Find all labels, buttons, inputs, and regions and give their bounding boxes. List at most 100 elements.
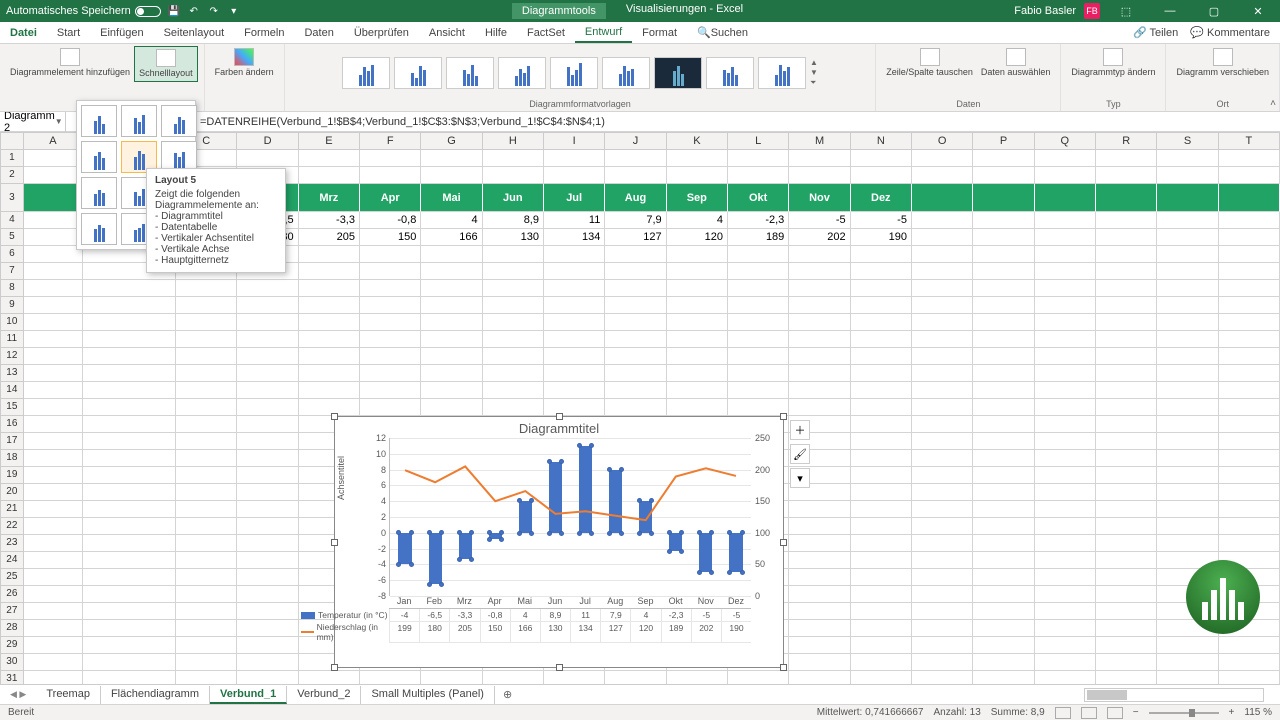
chart-filters-button[interactable]: ▾: [790, 468, 810, 488]
row-header[interactable]: 24: [0, 552, 24, 569]
row-header[interactable]: 18: [0, 450, 24, 467]
cell[interactable]: [1035, 637, 1096, 654]
cell[interactable]: [1035, 603, 1096, 620]
cell[interactable]: [973, 399, 1034, 416]
resize-handle[interactable]: [780, 413, 787, 420]
cell[interactable]: [299, 348, 360, 365]
cell[interactable]: [237, 637, 298, 654]
cell[interactable]: [1219, 484, 1280, 501]
cell[interactable]: [728, 331, 789, 348]
cell[interactable]: [83, 569, 176, 586]
cell[interactable]: [912, 501, 973, 518]
cell[interactable]: [912, 433, 973, 450]
horizontal-scrollbar[interactable]: [1084, 688, 1264, 702]
cell[interactable]: [483, 167, 544, 184]
cell[interactable]: [83, 348, 176, 365]
plot-area[interactable]: -8-6-4-2024681012050100150200250: [389, 438, 751, 596]
cell[interactable]: [728, 671, 789, 684]
cell[interactable]: [1035, 382, 1096, 399]
row-header[interactable]: 26: [0, 586, 24, 603]
cell[interactable]: [1157, 450, 1218, 467]
cell[interactable]: [544, 167, 605, 184]
cell[interactable]: [973, 184, 1034, 212]
user-name[interactable]: Fabio Basler: [1014, 5, 1076, 17]
cell[interactable]: [605, 280, 666, 297]
cell[interactable]: Jun: [483, 184, 544, 212]
cell[interactable]: 150: [360, 229, 421, 246]
cell[interactable]: 205: [299, 229, 360, 246]
cell[interactable]: [1157, 654, 1218, 671]
cell[interactable]: [176, 314, 237, 331]
cell[interactable]: Nov: [789, 184, 850, 212]
cell[interactable]: [667, 297, 728, 314]
cell[interactable]: [24, 586, 83, 603]
cell[interactable]: [24, 535, 83, 552]
cell[interactable]: [176, 280, 237, 297]
resize-handle[interactable]: [331, 539, 338, 546]
cell[interactable]: [973, 331, 1034, 348]
cell[interactable]: [83, 297, 176, 314]
cell[interactable]: [237, 518, 298, 535]
cell[interactable]: [789, 501, 850, 518]
cell[interactable]: [176, 433, 237, 450]
cell[interactable]: [24, 569, 83, 586]
row-header[interactable]: 25: [0, 569, 24, 586]
close-icon[interactable]: ✕: [1240, 0, 1276, 22]
tab-start[interactable]: Start: [47, 22, 90, 43]
cell[interactable]: [912, 552, 973, 569]
ribbon-options-icon[interactable]: ⬚: [1108, 0, 1144, 22]
cell[interactable]: [973, 348, 1034, 365]
cell[interactable]: [421, 382, 482, 399]
cell[interactable]: [24, 382, 83, 399]
cell[interactable]: [299, 382, 360, 399]
row-header[interactable]: 31: [0, 671, 24, 684]
row-header[interactable]: 6: [0, 246, 24, 263]
cell[interactable]: [237, 586, 298, 603]
change-colors-button[interactable]: Farben ändern: [211, 46, 278, 80]
cell[interactable]: [237, 399, 298, 416]
cell[interactable]: [1035, 552, 1096, 569]
cell[interactable]: [1035, 450, 1096, 467]
chart-style-thumb[interactable]: [550, 57, 598, 89]
chart-style-thumb[interactable]: [342, 57, 390, 89]
row-header[interactable]: 17: [0, 433, 24, 450]
cell[interactable]: [483, 280, 544, 297]
cell[interactable]: [1096, 484, 1157, 501]
cell[interactable]: [1035, 167, 1096, 184]
layout-thumb[interactable]: [81, 105, 117, 137]
cell[interactable]: [176, 501, 237, 518]
cell[interactable]: [728, 348, 789, 365]
cell[interactable]: [667, 167, 728, 184]
column-header[interactable]: I: [544, 132, 605, 150]
quick-layout-button[interactable]: Schnelllayout: [134, 46, 198, 82]
cell[interactable]: [1035, 671, 1096, 684]
cell[interactable]: [176, 637, 237, 654]
cell[interactable]: [1035, 246, 1096, 263]
normal-view-icon[interactable]: [1055, 707, 1071, 719]
cell[interactable]: [973, 297, 1034, 314]
layout-thumb[interactable]: [81, 213, 117, 245]
cell[interactable]: [483, 150, 544, 167]
cell[interactable]: [176, 535, 237, 552]
cell[interactable]: 130: [483, 229, 544, 246]
chart-elements-button[interactable]: ＋: [790, 420, 810, 440]
cell[interactable]: [1096, 314, 1157, 331]
cell[interactable]: [1219, 263, 1280, 280]
cell[interactable]: [912, 331, 973, 348]
cell[interactable]: [851, 535, 912, 552]
cell[interactable]: [360, 365, 421, 382]
cell[interactable]: [851, 348, 912, 365]
cell[interactable]: [176, 484, 237, 501]
cell[interactable]: [1035, 263, 1096, 280]
layout-thumb[interactable]: [81, 141, 117, 173]
cell[interactable]: [973, 365, 1034, 382]
cell[interactable]: [1035, 184, 1096, 212]
cell[interactable]: [360, 314, 421, 331]
resize-handle[interactable]: [331, 413, 338, 420]
cell[interactable]: [24, 518, 83, 535]
cell[interactable]: [973, 569, 1034, 586]
cell[interactable]: [421, 671, 482, 684]
cell[interactable]: [789, 297, 850, 314]
cell[interactable]: [24, 637, 83, 654]
row-header[interactable]: 21: [0, 501, 24, 518]
